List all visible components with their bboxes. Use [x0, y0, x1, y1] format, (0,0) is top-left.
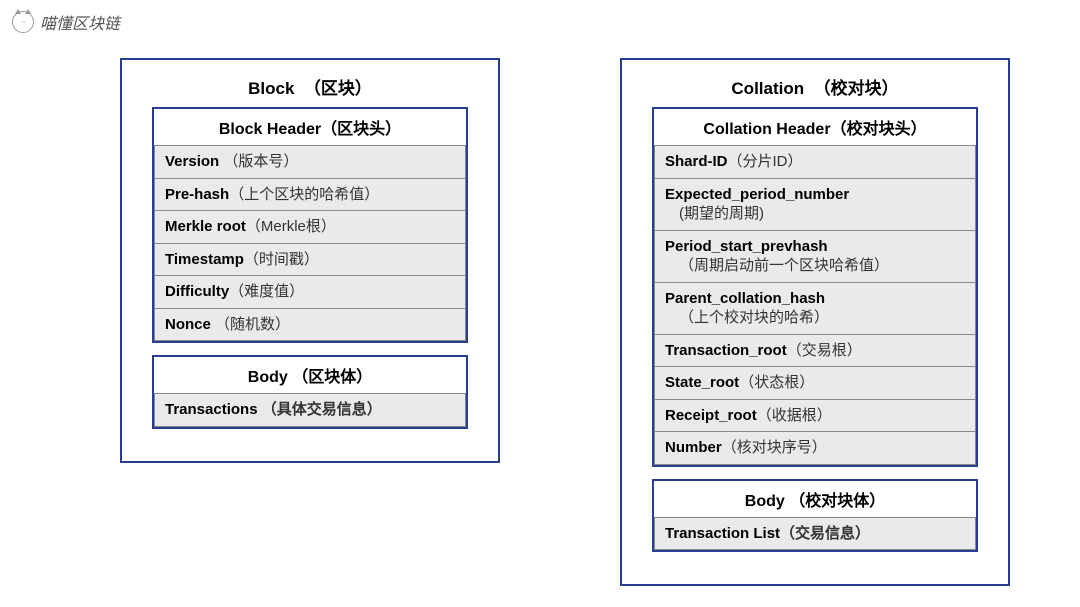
block-title: Block （区块）: [152, 70, 468, 107]
row-parent-collation: Parent_collation_hash（上个校对块的哈希）: [654, 283, 976, 335]
collation-title: Collation （校对块）: [652, 70, 978, 107]
row-difficulty: Difficulty（难度值）: [154, 276, 466, 309]
row-number: Number（核对块序号）: [654, 432, 976, 465]
row-prehash: Pre-hash（上个区块的哈希值）: [154, 179, 466, 212]
block-header-title-cn: （区块头）: [321, 121, 401, 138]
row-tx-list: Transaction List（交易信息）: [654, 517, 976, 551]
block-title-cn: （区块）: [304, 79, 372, 98]
row-transactions: Transactions （具体交易信息）: [154, 393, 466, 427]
watermark: · · 喵懂区块链: [12, 10, 120, 34]
collation-box: Collation （校对块） Collation Header（校对块头） S…: [620, 58, 1010, 586]
block-body-box: Body （区块体） Transactions （具体交易信息）: [152, 355, 468, 429]
row-version: Version （版本号）: [154, 145, 466, 179]
collation-header-title-cn: （校对块头）: [831, 121, 927, 138]
row-state-root: State_root（状态根）: [654, 367, 976, 400]
block-header-title-en: Block Header: [219, 121, 321, 138]
collation-title-cn: （校对块）: [814, 79, 899, 98]
collation-header-box: Collation Header（校对块头） Shard-ID（分片ID） Ex…: [652, 107, 978, 467]
block-body-title-en: Body: [248, 369, 288, 386]
block-body-title-cn: （区块体）: [292, 369, 372, 386]
collation-header-title-en: Collation Header: [703, 121, 830, 138]
row-merkle: Merkle root（Merkle根）: [154, 211, 466, 244]
block-header-box: Block Header（区块头） Version （版本号） Pre-hash…: [152, 107, 468, 343]
collation-body-title-cn: （校对块体）: [789, 493, 885, 510]
cat-icon: · ·: [12, 11, 34, 33]
collation-body-box: Body （校对块体） Transaction List（交易信息）: [652, 479, 978, 553]
row-expected-period: Expected_period_number(期望的周期): [654, 179, 976, 231]
row-timestamp: Timestamp（时间戳）: [154, 244, 466, 277]
row-receipt-root: Receipt_root（收据根）: [654, 400, 976, 433]
block-title-en: Block: [248, 79, 294, 98]
collation-body-title: Body （校对块体）: [654, 481, 976, 517]
row-nonce: Nonce （随机数）: [154, 309, 466, 342]
collation-body-title-en: Body: [745, 493, 785, 510]
row-tx-root: Transaction_root（交易根）: [654, 335, 976, 368]
collation-header-title: Collation Header（校对块头）: [654, 109, 976, 145]
watermark-text: 喵懂区块链: [40, 10, 120, 34]
row-shardid: Shard-ID（分片ID）: [654, 145, 976, 179]
block-header-title: Block Header（区块头）: [154, 109, 466, 145]
row-period-start: Period_start_prevhash（周期启动前一个区块哈希值）: [654, 231, 976, 283]
block-box: Block （区块） Block Header（区块头） Version （版本…: [120, 58, 500, 463]
diagram-container: Block （区块） Block Header（区块头） Version （版本…: [120, 58, 1030, 587]
collation-title-en: Collation: [731, 79, 804, 98]
block-body-title: Body （区块体）: [154, 357, 466, 393]
